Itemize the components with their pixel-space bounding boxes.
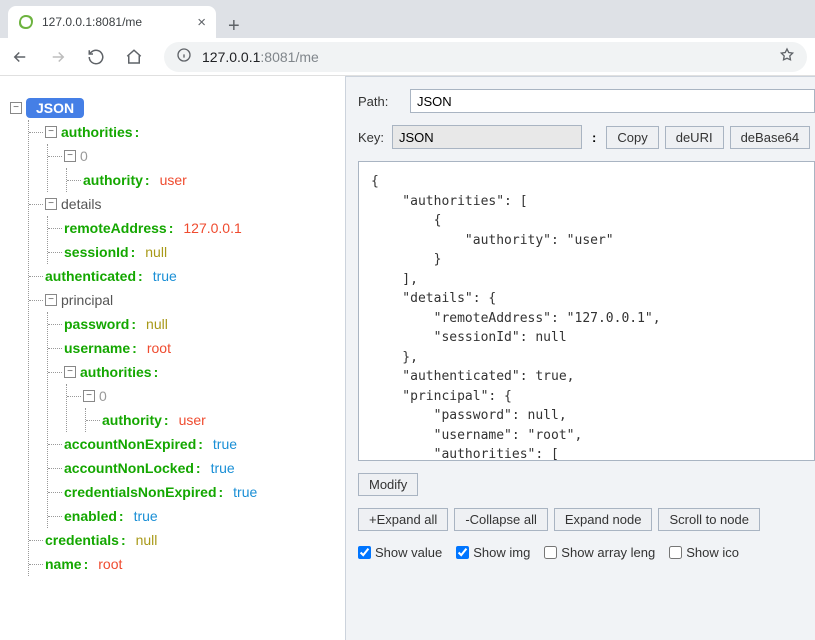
tree-key[interactable]: password [64,316,129,332]
tree-key[interactable]: credentialsNonExpired [64,484,217,500]
key-input[interactable] [392,125,582,149]
tree-key[interactable]: credentials [45,532,119,548]
detail-pane: Path: Key: : Copy deURI deBase64 aLine {… [345,76,815,640]
home-button[interactable] [122,45,146,69]
favicon-leaf-icon [18,14,34,30]
tree-value: user [160,172,187,188]
colon-separator: : [590,130,598,145]
tree-key[interactable]: accountNonLocked [64,460,194,476]
copy-button[interactable]: Copy [606,126,658,149]
tree-key[interactable]: accountNonExpired [64,436,196,452]
url-text: 127.0.0.1:8081/me [202,49,769,65]
tree-index[interactable]: 0 [80,148,88,164]
path-label: Path: [358,94,402,109]
tree-value: true [153,268,177,284]
deuri-button[interactable]: deURI [665,126,724,149]
debase64-button[interactable]: deBase64 [730,126,811,149]
show-array-leng-checkbox[interactable]: Show array leng [544,545,655,560]
tree-expander[interactable]: − [64,366,76,378]
tree-key[interactable]: authorities [61,124,133,140]
tree-key[interactable]: sessionId [64,244,129,260]
tree-value: true [213,436,237,452]
tree-expander[interactable]: − [45,294,57,306]
show-img-checkbox[interactable]: Show img [456,545,530,560]
tree-expander[interactable]: − [83,390,95,402]
browser-toolbar: 127.0.0.1:8081/me [0,38,815,76]
expand-all-button[interactable]: +Expand all [358,508,448,531]
tree-key[interactable]: remoteAddress [64,220,167,236]
tree-value: root [147,340,171,356]
tree-value: user [179,412,206,428]
page-content: −JSON −authorities : −0 authority :user [0,76,815,640]
tree-key[interactable]: authority [83,172,143,188]
reload-button[interactable] [84,45,108,69]
browser-tab[interactable]: 127.0.0.1:8081/me × [8,6,216,38]
close-icon[interactable]: × [197,14,206,31]
tree-value: null [145,244,167,260]
tree-expander[interactable]: − [64,150,76,162]
key-label: Key: [358,130,384,145]
tree-value: true [211,460,235,476]
new-tab-button[interactable]: + [216,15,252,38]
tree-expander[interactable]: − [10,102,22,114]
address-bar[interactable]: 127.0.0.1:8081/me [164,42,807,72]
back-button[interactable] [8,45,32,69]
tree-key[interactable]: enabled [64,508,117,524]
modify-button[interactable]: Modify [358,473,418,496]
tab-title: 127.0.0.1:8081/me [42,15,191,29]
show-ico-checkbox[interactable]: Show ico [669,545,739,560]
show-value-checkbox[interactable]: Show value [358,545,442,560]
tree-value: true [233,484,257,500]
tree-expander[interactable]: − [45,198,57,210]
browser-chrome: 127.0.0.1:8081/me × + 127.0.0.1:8081/me [0,0,815,76]
json-source-box[interactable]: { "authorities": [ { "authority": "user"… [358,161,815,461]
tree-key[interactable]: username [64,340,130,356]
bookmark-star-icon[interactable] [779,47,795,66]
tree-index[interactable]: 0 [99,388,107,404]
tree-value: root [98,556,122,572]
tree-key[interactable]: authenticated [45,268,136,284]
tree-value: null [146,316,168,332]
tab-strip: 127.0.0.1:8081/me × + [0,0,815,38]
tree-key[interactable]: details [61,196,101,212]
tree-root-badge[interactable]: JSON [26,98,84,118]
tree-key[interactable]: authority [102,412,162,428]
tree-value: 127.0.0.1 [183,220,241,236]
expand-node-button[interactable]: Expand node [554,508,653,531]
info-icon[interactable] [176,47,192,66]
tree-key[interactable]: authorities [80,364,152,380]
collapse-all-button[interactable]: -Collapse all [454,508,548,531]
json-tree-pane: −JSON −authorities : −0 authority :user [0,76,345,640]
scroll-to-node-button[interactable]: Scroll to node [658,508,760,531]
tree-key[interactable]: name [45,556,82,572]
path-input[interactable] [410,89,815,113]
tree-expander[interactable]: − [45,126,57,138]
tree-value: true [134,508,158,524]
tree-value: null [136,532,158,548]
tree-key[interactable]: principal [61,292,113,308]
forward-button[interactable] [46,45,70,69]
